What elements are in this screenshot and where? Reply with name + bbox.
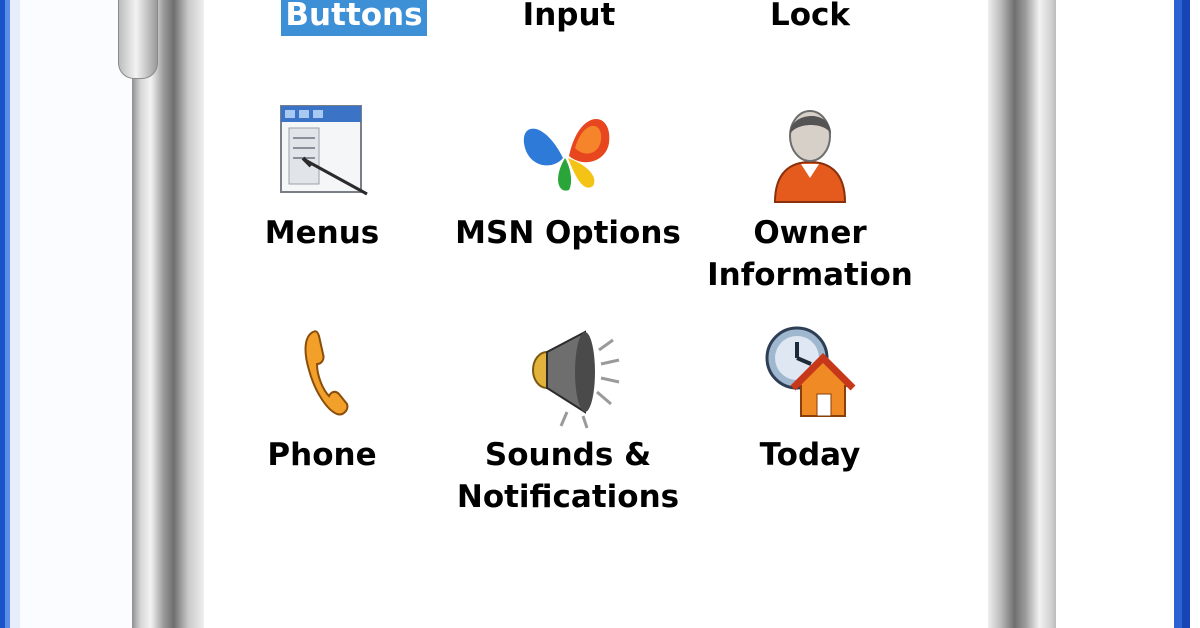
phone-handset-icon bbox=[304, 330, 349, 416]
settings-item-phone[interactable]: Phone bbox=[192, 320, 452, 476]
settings-item-menus[interactable]: Menus bbox=[192, 98, 452, 254]
device-bezel-left bbox=[132, 0, 204, 628]
window-margin-right bbox=[1056, 0, 1166, 628]
speaker-icon bbox=[532, 330, 620, 429]
settings-item-today[interactable]: Today bbox=[680, 320, 940, 476]
msn-butterfly-icon bbox=[523, 118, 610, 191]
settings-item-label: Owner bbox=[753, 215, 867, 251]
settings-item-label: Menus bbox=[264, 215, 380, 251]
settings-item-label: Phone bbox=[267, 437, 377, 473]
settings-item-label: Information bbox=[707, 257, 913, 293]
settings-item-lock[interactable]: Lock bbox=[680, 0, 940, 36]
clock-house-icon bbox=[765, 326, 856, 417]
settings-item-input[interactable]: Input bbox=[439, 0, 699, 36]
device-bezel-right bbox=[988, 0, 1066, 628]
settings-item-msn-options[interactable]: MSN Options bbox=[438, 98, 698, 254]
settings-item-label: Today bbox=[759, 437, 861, 473]
settings-item-label: Input bbox=[522, 0, 616, 33]
settings-screen: Buttons Input Lock Menus MSN Options Own… bbox=[204, 0, 988, 628]
settings-item-label: Notifications bbox=[456, 479, 680, 515]
window-border-left bbox=[0, 0, 20, 628]
settings-item-label: Sounds & bbox=[484, 437, 652, 473]
settings-item-label: MSN Options bbox=[455, 215, 681, 251]
window-margin-left bbox=[20, 0, 132, 628]
settings-item-owner-information[interactable]: Owner Information bbox=[680, 98, 940, 296]
settings-item-label: Lock bbox=[769, 0, 851, 33]
owner-person-icon bbox=[773, 110, 847, 203]
menus-icon bbox=[280, 105, 368, 196]
window-border-right bbox=[1166, 0, 1200, 628]
settings-item-label: Buttons bbox=[281, 0, 427, 36]
scrollbar-thumb[interactable] bbox=[118, 0, 158, 79]
settings-item-sounds-notifications[interactable]: Sounds & Notifications bbox=[438, 320, 698, 518]
